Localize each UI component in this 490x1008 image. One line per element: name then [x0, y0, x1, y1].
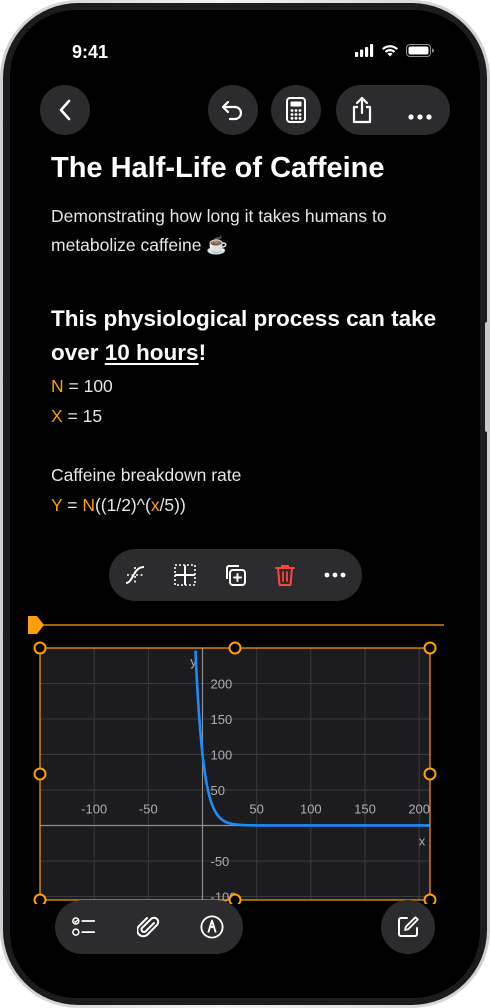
checklist-button[interactable]: [72, 915, 96, 939]
graph-style-button[interactable]: [123, 563, 147, 587]
status-time: 9:41: [72, 42, 109, 62]
variable-x-value: = 15: [62, 406, 103, 426]
eq-equals: =: [62, 495, 83, 515]
equation-line[interactable]: Y = N((1/2)^(x/5)): [51, 495, 186, 516]
graph-toolbar: [109, 549, 362, 601]
variable-n-value: = 100: [63, 376, 113, 396]
eq-y: Y: [51, 495, 63, 515]
x-tick-label: -100: [81, 801, 107, 816]
markup-button[interactable]: [200, 915, 224, 939]
duplicate-button[interactable]: [223, 563, 247, 587]
resize-handle[interactable]: [228, 641, 242, 655]
resize-handle[interactable]: [33, 893, 47, 905]
x-tick-label: 150: [354, 801, 376, 816]
compose-button[interactable]: [381, 900, 435, 954]
graph-chart[interactable]: -100 -50 50 100 150 20020015010050-50-100xy: [10, 604, 480, 904]
headline-underlined: 10 hours: [104, 340, 199, 365]
duplicate-icon: [226, 565, 246, 586]
resize-handle[interactable]: [423, 767, 437, 781]
note-headline[interactable]: This physiological process can take over…: [51, 302, 451, 370]
grid-icon: [174, 564, 196, 586]
eq-x: x: [150, 495, 160, 515]
wifi-icon: [381, 44, 399, 62]
x-tick-label: -50: [139, 801, 158, 816]
eq-mid: ((1/2)^(: [94, 495, 151, 515]
y-tick-label: 100: [211, 747, 233, 762]
grid-button[interactable]: [173, 563, 197, 587]
variable-x: X: [51, 406, 63, 426]
x-axis-label: x: [419, 833, 426, 848]
status-icons: [355, 44, 434, 62]
share-more-group: [336, 85, 450, 135]
note-title[interactable]: The Half-Life of Caffeine: [51, 152, 385, 185]
graph-curve-icon: [125, 566, 145, 584]
undo-button[interactable]: [208, 85, 258, 135]
calculator-button[interactable]: [271, 85, 321, 135]
note-subtitle[interactable]: Demonstrating how long it takes humans t…: [51, 202, 451, 260]
calculator-icon: [286, 97, 306, 123]
y-tick-label: 200: [211, 676, 233, 691]
x-tick-label: 50: [249, 801, 263, 816]
eq-n: N: [82, 495, 95, 515]
more-button[interactable]: [408, 107, 432, 125]
chevron-left-icon: [59, 99, 71, 121]
trash-icon: [275, 565, 295, 586]
screen: 9:41 The Half-Life of Caffeine Demonstra…: [10, 10, 480, 998]
variable-n-line[interactable]: N = 100: [51, 376, 113, 397]
undo-arrow-icon: [221, 100, 243, 121]
y-tick-label: 150: [211, 712, 233, 727]
ellipsis-icon: [324, 572, 346, 578]
share-button[interactable]: [350, 96, 374, 129]
pen-tip-icon: [200, 915, 224, 939]
resize-handle[interactable]: [423, 641, 437, 655]
x-tick-label: 100: [300, 801, 322, 816]
compose-icon: [398, 916, 419, 937]
resize-handle[interactable]: [423, 893, 437, 905]
delete-button[interactable]: [273, 563, 297, 587]
graph-more-button[interactable]: [323, 563, 347, 587]
checklist-icon: [72, 917, 96, 936]
y-tick-label: 50: [211, 783, 225, 798]
paperclip-icon: [137, 916, 160, 938]
variable-x-line[interactable]: X = 15: [51, 406, 102, 427]
resize-handle[interactable]: [228, 893, 242, 905]
share-icon: [352, 96, 372, 124]
rate-label[interactable]: Caffeine breakdown rate: [51, 465, 241, 486]
drag-handle-icon[interactable]: [28, 616, 44, 634]
battery-icon: [406, 44, 434, 62]
resize-handle[interactable]: [33, 641, 47, 655]
side-button: [485, 322, 489, 432]
bottom-toolbar: [55, 900, 243, 954]
ellipsis-icon: [408, 114, 432, 120]
headline-suffix: !: [198, 340, 207, 365]
graph-background: [40, 648, 430, 900]
phone-frame: 9:41 The Half-Life of Caffeine Demonstra…: [0, 0, 490, 1008]
x-tick-label: 200: [408, 801, 430, 816]
attachment-button[interactable]: [137, 915, 161, 939]
eq-end: /5)): [159, 495, 186, 515]
variable-n: N: [51, 376, 64, 396]
y-tick-label: -50: [211, 854, 230, 869]
resize-handle[interactable]: [33, 767, 47, 781]
cellular-signal-icon: [355, 44, 374, 62]
back-button[interactable]: [40, 85, 90, 135]
